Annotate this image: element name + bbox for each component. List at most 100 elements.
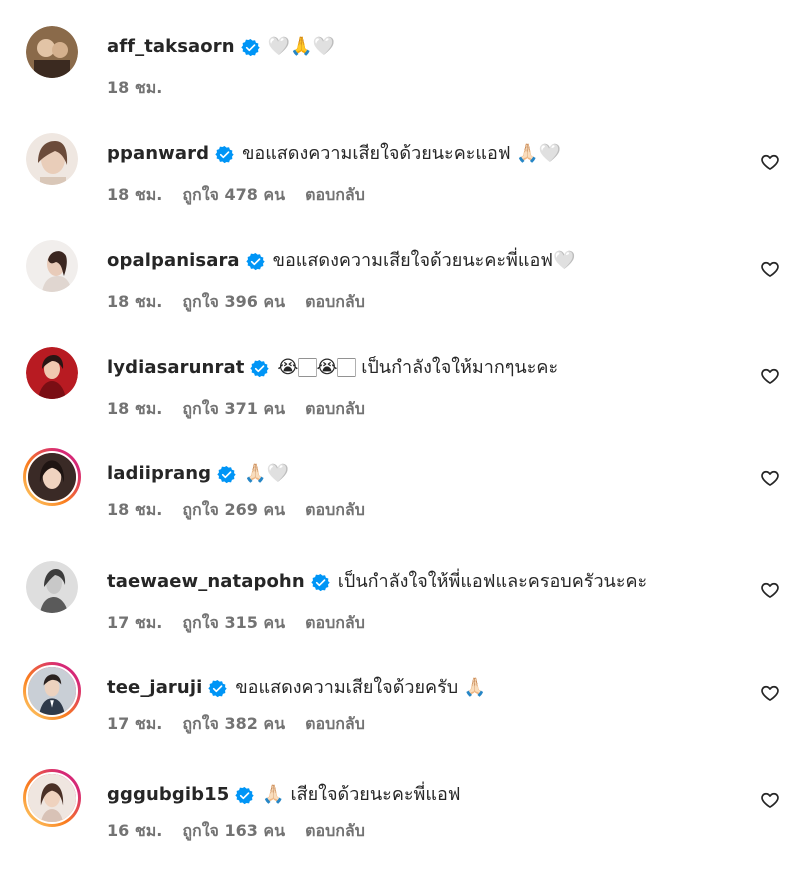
comment-text: ขอแสดงความเสียใจด้วยครับ 🙏🏻 (235, 677, 487, 698)
verified-badge-icon (208, 679, 228, 698)
comment-time: 18 ชม. (107, 500, 163, 519)
verified-badge-icon (217, 465, 236, 484)
comment-item: taewaew_natapohn เป็นกำลังใจให้พี่แอฟและ… (0, 561, 800, 661)
reply-button[interactable]: ตอบกลับ (305, 613, 365, 633)
comment-time: 17 ชม. (107, 714, 163, 733)
comment-item: ppanward ขอแสดงความเสียใจด้วยนะคะแอฟ 🙏🏻🤍… (0, 133, 800, 233)
comment-item: lydiasarunrat 😭🏻😭🏻 เป็นกำลังใจให้มากๆนะค… (0, 347, 800, 447)
reply-button[interactable]: ตอบกลับ (305, 185, 365, 205)
comment-meta: 18 ชม. ถูกใจ 269 คน ตอบกลับ (107, 500, 385, 520)
heart-outline-icon (761, 470, 779, 486)
heart-outline-icon (761, 368, 779, 384)
comment-text: 😭🏻😭🏻 เป็นกำลังใจให้มากๆนะคะ (277, 357, 559, 378)
comment-line: opalpanisara ขอแสดงความเสียใจด้วยนะคะพี่… (107, 249, 575, 273)
comment-item: ladiiprang 🙏🏻🤍 18 ชม. ถูกใจ 269 คน ตอบกล… (0, 448, 800, 550)
avatar-story-ring[interactable] (23, 769, 81, 827)
reply-button[interactable]: ตอบกลับ (305, 292, 365, 312)
comment-item: aff_taksaorn 🤍🙏🤍 18 ชม. (0, 26, 800, 126)
like-count[interactable]: ถูกใจ 315 คน (182, 613, 285, 633)
avatar-photo (26, 772, 78, 824)
heart-outline-icon (761, 154, 779, 170)
verified-badge-icon (235, 786, 255, 805)
comment-meta: 18 ชม. ถูกใจ 371 คน ตอบกลับ (107, 399, 385, 419)
username[interactable]: ppanward (107, 142, 209, 166)
avatar[interactable] (26, 26, 78, 78)
heart-outline-icon (761, 261, 779, 277)
heart-outline-icon (761, 582, 779, 598)
comment-line: tee_jaruji ขอแสดงความเสียใจด้วยครับ 🙏🏻 (107, 676, 486, 700)
comment-time: 18 ชม. (107, 399, 163, 418)
username[interactable]: tee_jaruji (107, 676, 202, 700)
username[interactable]: gggubgib15 (107, 783, 229, 807)
comment-line: ladiiprang 🙏🏻🤍 (107, 462, 289, 486)
username[interactable]: aff_taksaorn (107, 35, 235, 59)
comment-meta: 18 ชม. ถูกใจ 478 คน ตอบกลับ (107, 185, 385, 205)
like-button[interactable] (760, 790, 780, 810)
like-button[interactable] (760, 468, 780, 488)
username[interactable]: lydiasarunrat (107, 356, 244, 380)
comment-meta: 18 ชม. (107, 78, 182, 98)
comment-time: 16 ชม. (107, 821, 163, 840)
username[interactable]: ladiiprang (107, 462, 211, 486)
avatar[interactable] (26, 347, 78, 399)
avatar[interactable] (26, 240, 78, 292)
comment-line: taewaew_natapohn เป็นกำลังใจให้พี่แอฟและ… (107, 570, 647, 594)
like-button[interactable] (760, 580, 780, 600)
comment-text: ขอแสดงความเสียใจด้วยนะคะแอฟ 🙏🏻🤍 (242, 143, 562, 164)
avatar-story-ring[interactable] (23, 448, 81, 506)
like-count[interactable]: ถูกใจ 163 คน (182, 821, 285, 841)
avatar-photo (26, 26, 78, 78)
comment-text: 🤍🙏🤍 (267, 36, 335, 57)
comment-time: 17 ชม. (107, 613, 163, 632)
comment-text: เป็นกำลังใจให้พี่แอฟและครอบครัวนะคะ (337, 571, 648, 592)
like-button[interactable] (760, 259, 780, 279)
username[interactable]: opalpanisara (107, 249, 240, 273)
heart-outline-icon (761, 792, 779, 808)
comment-line: gggubgib15 🙏🏻 เสียใจด้วยนะคะพี่แอฟ (107, 783, 461, 807)
comment-time: 18 ชม. (107, 185, 163, 204)
comment-time: 18 ชม. (107, 78, 163, 97)
comment-item: tee_jaruji ขอแสดงความเสียใจด้วยครับ 🙏🏻 1… (0, 662, 800, 764)
comment-meta: 16 ชม. ถูกใจ 163 คน ตอบกลับ (107, 821, 385, 841)
avatar-photo (26, 665, 78, 717)
avatar-photo (26, 561, 78, 613)
comment-line: aff_taksaorn 🤍🙏🤍 (107, 35, 335, 59)
comment-line: lydiasarunrat 😭🏻😭🏻 เป็นกำลังใจให้มากๆนะค… (107, 356, 558, 380)
like-count[interactable]: ถูกใจ 382 คน (182, 714, 285, 734)
comment-line: ppanward ขอแสดงความเสียใจด้วยนะคะแอฟ 🙏🏻🤍 (107, 142, 561, 166)
verified-badge-icon (246, 252, 265, 271)
comment-item: opalpanisara ขอแสดงความเสียใจด้วยนะคะพี่… (0, 240, 800, 340)
comment-meta: 17 ชม. ถูกใจ 382 คน ตอบกลับ (107, 714, 385, 734)
reply-button[interactable]: ตอบกลับ (305, 399, 365, 419)
comment-meta: 18 ชม. ถูกใจ 396 คน ตอบกลับ (107, 292, 385, 312)
like-count[interactable]: ถูกใจ 371 คน (182, 399, 285, 419)
avatar-photo (26, 347, 78, 399)
avatar-photo (26, 133, 78, 185)
avatar[interactable] (26, 561, 78, 613)
avatar[interactable] (26, 133, 78, 185)
like-button[interactable] (760, 152, 780, 172)
like-count[interactable]: ถูกใจ 269 คน (182, 500, 285, 520)
verified-badge-icon (240, 38, 260, 57)
reply-button[interactable]: ตอบกลับ (305, 714, 365, 734)
avatar-photo (26, 451, 78, 503)
comment-meta: 17 ชม. ถูกใจ 315 คน ตอบกลับ (107, 613, 385, 633)
like-count[interactable]: ถูกใจ 478 คน (182, 185, 285, 205)
comment-text: 🙏🏻 เสียใจด้วยนะคะพี่แอฟ (262, 784, 461, 805)
comment-time: 18 ชม. (107, 292, 163, 311)
comment-text: 🙏🏻🤍 (244, 463, 289, 484)
avatar-photo (26, 240, 78, 292)
verified-badge-icon (311, 573, 330, 592)
comments-list: aff_taksaorn 🤍🙏🤍 18 ชม. ppanward ขอแสดงค… (0, 0, 800, 865)
like-button[interactable] (760, 683, 780, 703)
verified-badge-icon (250, 359, 270, 378)
like-count[interactable]: ถูกใจ 396 คน (182, 292, 285, 312)
reply-button[interactable]: ตอบกลับ (305, 821, 365, 841)
comment-text: ขอแสดงความเสียใจด้วยนะคะพี่แอฟ🤍 (272, 250, 576, 271)
verified-badge-icon (215, 145, 234, 164)
like-button[interactable] (760, 366, 780, 386)
reply-button[interactable]: ตอบกลับ (305, 500, 365, 520)
username[interactable]: taewaew_natapohn (107, 570, 305, 594)
comment-item: gggubgib15 🙏🏻 เสียใจด้วยนะคะพี่แอฟ 16 ชม… (0, 769, 800, 871)
avatar-story-ring[interactable] (23, 662, 81, 720)
